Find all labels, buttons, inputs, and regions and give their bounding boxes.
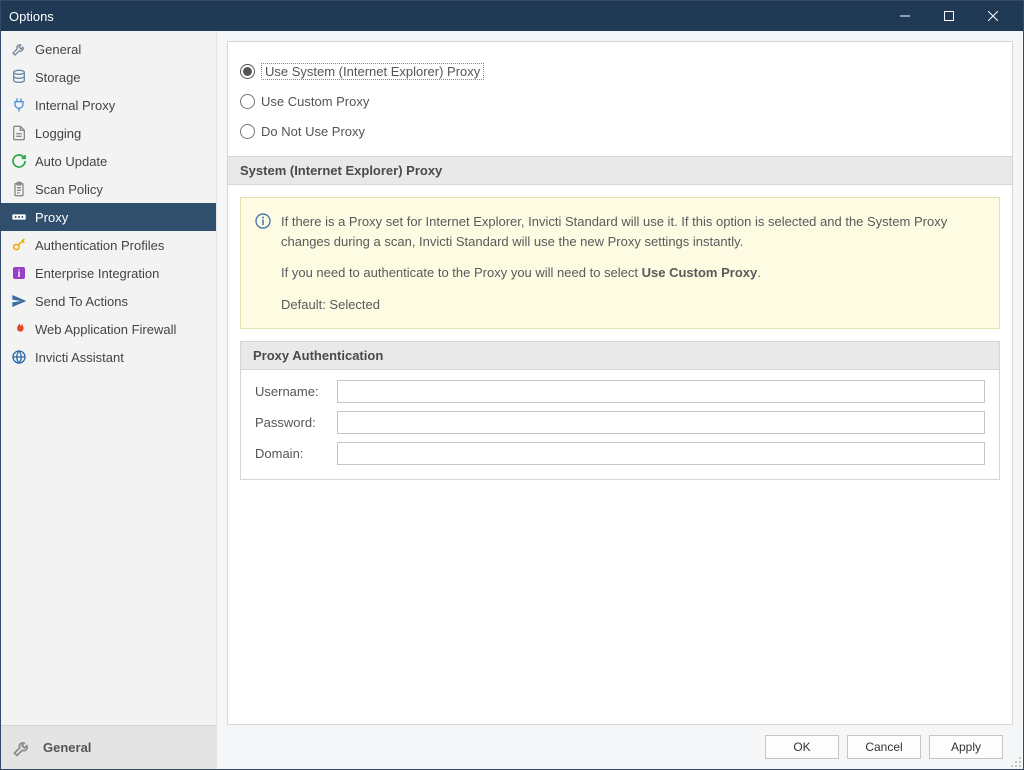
- sidebar-item-label: Proxy: [35, 210, 68, 225]
- maximize-button[interactable]: [927, 1, 971, 31]
- key-icon: [11, 237, 27, 253]
- sidebar-item-logging[interactable]: Logging: [1, 119, 216, 147]
- send-icon: [11, 293, 27, 309]
- password-input[interactable]: [337, 411, 985, 434]
- sidebar-item-general[interactable]: General: [1, 35, 216, 63]
- svg-text:i: i: [18, 269, 21, 280]
- sidebar: General Storage Internal Proxy Logging Auto …: [1, 31, 217, 769]
- sidebar-item-storage[interactable]: Storage: [1, 63, 216, 91]
- radio-no-proxy[interactable]: [240, 124, 255, 139]
- info-icon: [255, 213, 271, 229]
- plug-icon: [11, 97, 27, 113]
- titlebar: Options: [1, 1, 1023, 31]
- sidebar-item-auth-profiles[interactable]: Authentication Profiles: [1, 231, 216, 259]
- sidebar-footer[interactable]: General: [1, 725, 216, 769]
- document-icon: [11, 125, 27, 141]
- sidebar-item-label: Authentication Profiles: [35, 238, 164, 253]
- sidebar-item-internal-proxy[interactable]: Internal Proxy: [1, 91, 216, 119]
- sidebar-item-assistant[interactable]: Invicti Assistant: [1, 343, 216, 371]
- sidebar-item-label: General: [35, 42, 81, 57]
- sidebar-item-label: Logging: [35, 126, 81, 141]
- radio-custom-proxy-label[interactable]: Use Custom Proxy: [261, 94, 369, 109]
- main-area: Use System (Internet Explorer) Proxy Use…: [217, 31, 1023, 769]
- radio-system-proxy-label[interactable]: Use System (Internet Explorer) Proxy: [261, 63, 484, 80]
- clipboard-icon: [11, 181, 27, 197]
- sidebar-item-waf[interactable]: Web Application Firewall: [1, 315, 216, 343]
- proxy-mode-radios: Use System (Internet Explorer) Proxy Use…: [228, 42, 1012, 156]
- sidebar-item-label: Invicti Assistant: [35, 350, 124, 365]
- wrench-icon: [11, 41, 27, 57]
- sidebar-item-label: Storage: [35, 70, 81, 85]
- wrench-icon: [11, 737, 33, 759]
- info-line2: If you need to authenticate to the Proxy…: [281, 263, 983, 283]
- info-box: If there is a Proxy set for Internet Exp…: [240, 197, 1000, 329]
- cube-icon: i: [11, 265, 27, 281]
- globe-icon: [11, 349, 27, 365]
- info-default: Default: Selected: [281, 295, 983, 315]
- sidebar-item-auto-update[interactable]: Auto Update: [1, 147, 216, 175]
- window-title: Options: [9, 9, 883, 24]
- flame-icon: [11, 321, 27, 337]
- sidebar-item-label: Web Application Firewall: [35, 322, 176, 337]
- storage-icon: [11, 69, 27, 85]
- sidebar-item-scan-policy[interactable]: Scan Policy: [1, 175, 216, 203]
- proxy-icon: [11, 209, 27, 225]
- sidebar-item-label: Auto Update: [35, 154, 107, 169]
- resize-grip-icon[interactable]: [1010, 756, 1022, 768]
- info-line1: If there is a Proxy set for Internet Exp…: [281, 212, 983, 251]
- domain-label: Domain:: [255, 446, 325, 461]
- dialog-footer: OK Cancel Apply: [227, 725, 1013, 769]
- sidebar-footer-label: General: [43, 740, 91, 755]
- domain-input[interactable]: [337, 442, 985, 465]
- minimize-button[interactable]: [883, 1, 927, 31]
- sync-icon: [11, 153, 27, 169]
- sidebar-item-enterprise[interactable]: i Enterprise Integration: [1, 259, 216, 287]
- username-input[interactable]: [337, 380, 985, 403]
- proxy-auth-section: Proxy Authentication Username: Password:…: [240, 341, 1000, 480]
- cancel-button[interactable]: Cancel: [847, 735, 921, 759]
- username-label: Username:: [255, 384, 325, 399]
- radio-no-proxy-label[interactable]: Do Not Use Proxy: [261, 124, 365, 139]
- sidebar-item-label: Send To Actions: [35, 294, 128, 309]
- sidebar-item-proxy[interactable]: Proxy: [1, 203, 216, 231]
- sidebar-item-label: Internal Proxy: [35, 98, 115, 113]
- sidebar-item-label: Enterprise Integration: [35, 266, 159, 281]
- system-proxy-section-header: System (Internet Explorer) Proxy: [228, 156, 1012, 185]
- radio-custom-proxy[interactable]: [240, 94, 255, 109]
- info-text: If there is a Proxy set for Internet Exp…: [281, 212, 983, 314]
- radio-system-proxy[interactable]: [240, 64, 255, 79]
- sidebar-item-send-to[interactable]: Send To Actions: [1, 287, 216, 315]
- apply-button[interactable]: Apply: [929, 735, 1003, 759]
- sidebar-list: General Storage Internal Proxy Logging Auto …: [1, 31, 216, 725]
- content-panel: Use System (Internet Explorer) Proxy Use…: [227, 41, 1013, 725]
- proxy-auth-header: Proxy Authentication: [241, 342, 999, 370]
- sidebar-item-label: Scan Policy: [35, 182, 103, 197]
- close-button[interactable]: [971, 1, 1015, 31]
- ok-button[interactable]: OK: [765, 735, 839, 759]
- password-label: Password:: [255, 415, 325, 430]
